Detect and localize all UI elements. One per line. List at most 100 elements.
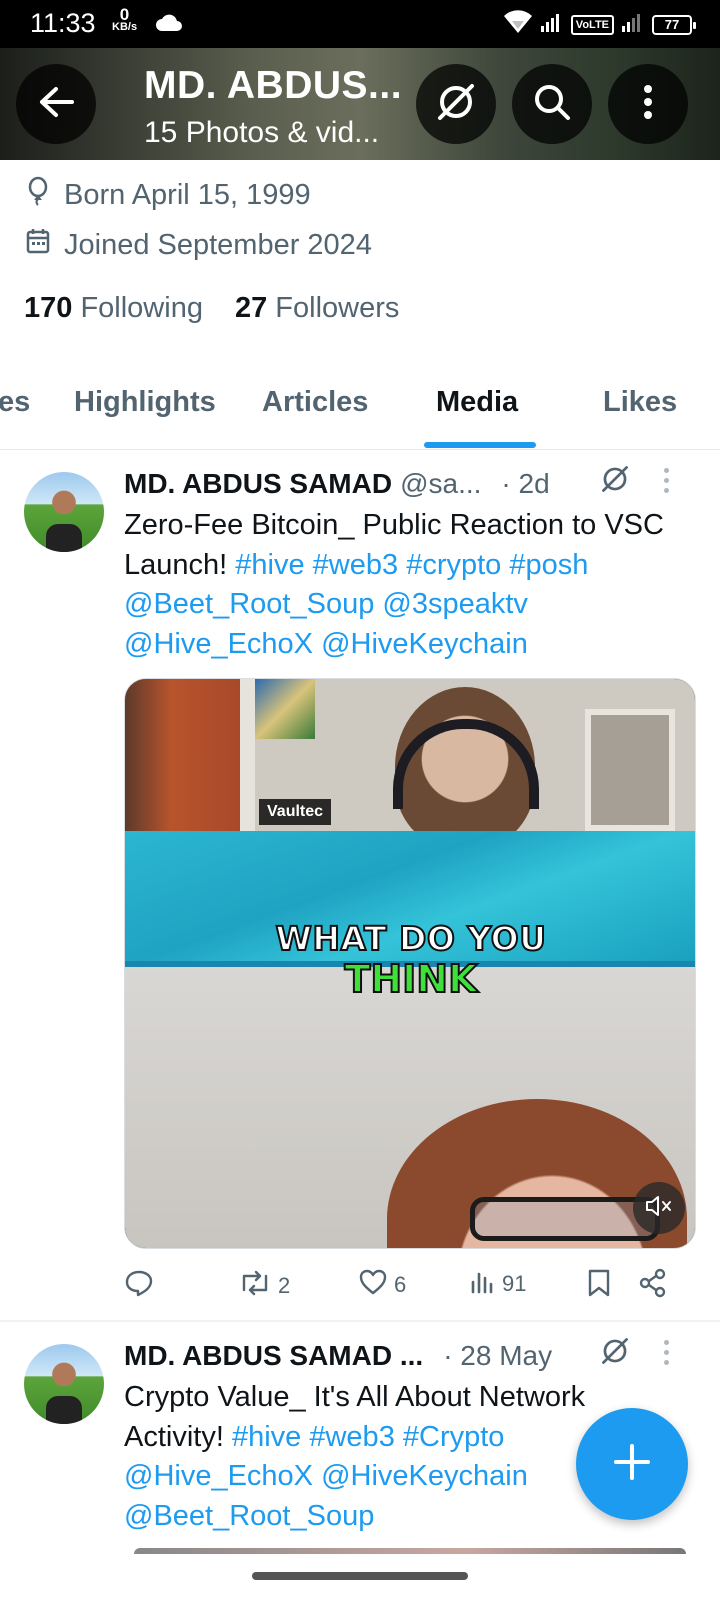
wifi-icon (503, 10, 533, 39)
follow-stats: 170 Following 27 Followers (24, 292, 399, 325)
share-icon (638, 1268, 668, 1304)
compose-post-button[interactable] (576, 1408, 688, 1520)
active-tab-indicator (424, 442, 536, 448)
volte-badge: VoLTE (570, 14, 614, 35)
hashtag-link[interactable]: #hive (235, 549, 304, 581)
status-right: VoLTE 77 (503, 10, 696, 39)
heart-icon (358, 1268, 388, 1302)
hashtag-link[interactable]: #Crypto (403, 1421, 505, 1453)
repost-icon (238, 1268, 272, 1304)
joined-row: Joined September 2024 (26, 228, 372, 262)
grok-icon[interactable] (598, 462, 632, 501)
hashtag-link[interactable]: #web3 (309, 1421, 394, 1453)
mention-link[interactable]: @HiveKeychain (321, 628, 528, 660)
post-media-preview[interactable] (134, 1548, 686, 1554)
tab-media[interactable]: Media (436, 386, 518, 419)
status-bar: 11:33 0 KB/s VoLTE 77 (0, 0, 720, 48)
profile-tabs: es Highlights Articles Media Likes (0, 362, 720, 450)
search-icon (532, 82, 572, 127)
post-more-icon[interactable] (664, 1340, 670, 1365)
signal-icon (540, 12, 563, 37)
network-speed-unit: KB/s (112, 21, 138, 33)
post-timestamp: · 28 May (443, 1340, 553, 1371)
network-speed: 0 KB/s (112, 5, 138, 34)
repost-button[interactable]: 2 (238, 1268, 290, 1304)
signal-icon-2 (622, 12, 644, 37)
home-indicator[interactable] (252, 1572, 468, 1580)
back-arrow-icon (38, 86, 74, 123)
bookmark-icon (586, 1268, 612, 1304)
tab-articles[interactable]: Articles (262, 386, 368, 419)
search-button[interactable] (512, 64, 592, 144)
view-count: 91 (502, 1271, 527, 1296)
video-name-label: Vaultec (259, 799, 332, 825)
hashtag-link[interactable]: #web3 (313, 549, 398, 581)
cloud-icon (155, 14, 183, 37)
post-video[interactable]: Vaultec WHAT DO YOU THINK (124, 678, 696, 1249)
mute-button[interactable] (633, 1182, 685, 1234)
tab-replies[interactable]: es (0, 386, 30, 419)
analytics-icon (470, 1268, 496, 1300)
post-timestamp: · 2d (501, 468, 550, 499)
mention-link[interactable]: @HiveKeychain (321, 1460, 528, 1492)
mention-link[interactable]: @3speaktv (382, 588, 528, 620)
share-button[interactable] (638, 1268, 668, 1304)
profile-name-title: MD. ABDUS... (144, 64, 403, 107)
post-actions: 2 6 91 (124, 1262, 684, 1306)
grok-icon[interactable] (598, 1334, 632, 1373)
video-shelf (585, 709, 675, 831)
bookmark-button[interactable] (586, 1268, 612, 1304)
post-author-handle[interactable]: @sa... (400, 468, 481, 500)
plus-icon (612, 1442, 652, 1487)
post-more-icon[interactable] (664, 468, 670, 493)
mention-link[interactable]: @Hive_EchoX (124, 1460, 313, 1492)
tab-highlights[interactable]: Highlights (74, 386, 216, 419)
back-button[interactable] (16, 64, 96, 144)
avatar[interactable] (24, 1344, 104, 1424)
hashtag-link[interactable]: #posh (509, 549, 588, 581)
like-button[interactable]: 6 (358, 1268, 406, 1302)
birthday-row: Born April 15, 1999 (26, 176, 311, 214)
views-button[interactable]: 91 (470, 1268, 526, 1300)
post-header: MD. ABDUS SAMAD ... · 28 May (124, 1340, 552, 1372)
joined-text: Joined September 2024 (64, 228, 372, 261)
status-time: 11:33 (30, 8, 96, 38)
tab-likes[interactable]: Likes (603, 386, 677, 419)
network-speed-value: 0 (119, 5, 130, 24)
grok-icon (434, 80, 478, 129)
more-options-button[interactable] (608, 64, 688, 144)
repost-count: 2 (278, 1273, 291, 1298)
mention-link[interactable]: @Beet_Root_Soup (124, 588, 374, 620)
reply-button[interactable] (124, 1268, 154, 1304)
post-text: Zero-Fee Bitcoin_ Public Reaction to VSC… (124, 506, 694, 664)
followers-label: Followers (275, 292, 400, 324)
media-count-subtitle: 15 Photos & vid... (144, 116, 380, 149)
hashtag-link[interactable]: #crypto (406, 549, 501, 581)
avatar[interactable] (24, 472, 104, 552)
post-header: MD. ABDUS SAMAD @sa... · 2d (124, 468, 550, 500)
followers-link[interactable]: 27 Followers (235, 292, 399, 325)
more-vertical-icon (643, 84, 653, 125)
following-link[interactable]: 170 Following (24, 292, 203, 325)
battery-indicator: 77 (652, 14, 696, 35)
video-caption-line2: THINK (343, 956, 478, 1002)
mention-link[interactable]: @Beet_Root_Soup (124, 1500, 374, 1532)
mention-link[interactable]: @Hive_EchoX (124, 628, 313, 660)
post-text: Crypto Value_ It's All About Network Act… (124, 1378, 604, 1536)
hashtag-link[interactable]: #hive (232, 1421, 301, 1453)
following-label: Following (80, 292, 203, 324)
like-count: 6 (394, 1272, 407, 1297)
video-wall-panel (125, 679, 240, 831)
video-divider (240, 679, 255, 831)
post-author-name[interactable]: MD. ABDUS SAMAD (124, 468, 392, 500)
followers-count: 27 (234, 292, 268, 324)
birthday-text: Born April 15, 1999 (64, 178, 311, 211)
post-author-name[interactable]: MD. ABDUS SAMAD ... (124, 1340, 423, 1372)
grok-button[interactable] (416, 64, 496, 144)
calendar-icon (26, 228, 64, 262)
profile-header: MD. ABDUS... 15 Photos & vid... (0, 48, 720, 160)
video-painting (255, 679, 315, 739)
speaker-muted-icon (644, 1194, 674, 1223)
glasses-shape (470, 1197, 660, 1241)
reply-icon (124, 1268, 154, 1304)
